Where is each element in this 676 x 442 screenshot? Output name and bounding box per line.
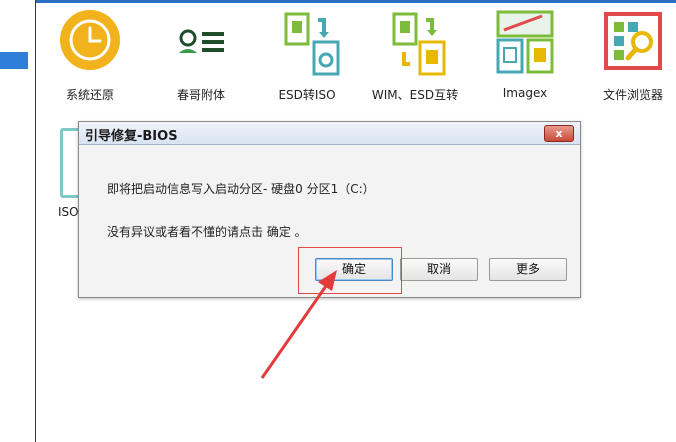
annotation-arrow-icon [260, 270, 337, 379]
